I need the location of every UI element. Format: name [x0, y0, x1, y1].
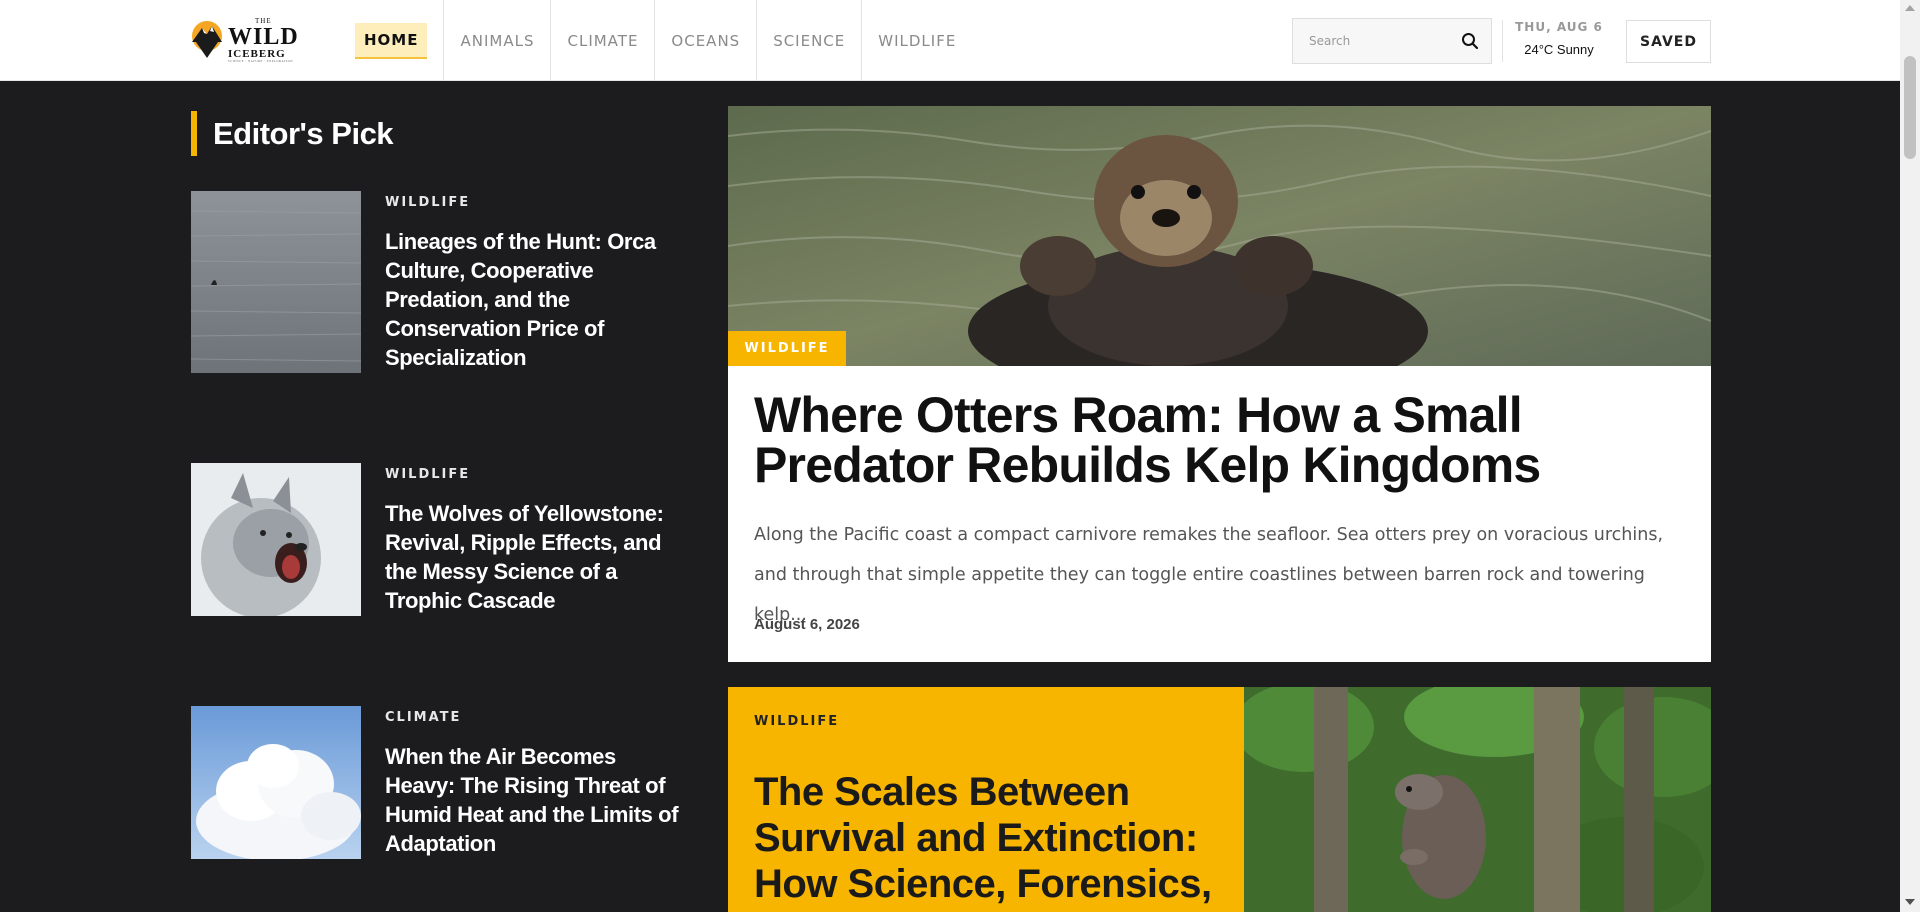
search-input[interactable] — [1309, 34, 1449, 48]
header-divider — [1502, 20, 1503, 62]
logo-wild: WILD — [228, 23, 299, 50]
main-nav: HOME ANIMALS CLIMATE OCEANS SCIENCE WILD… — [345, 0, 972, 81]
pick-category: WILDLIFE — [385, 467, 471, 482]
secondary-article[interactable]: WILDLIFE The Scales Between Survival and… — [728, 687, 1711, 912]
logo-iceberg: ICEBERG — [228, 47, 286, 60]
orca-thumbnail[interactable] — [191, 191, 361, 373]
pick-headline[interactable]: Lineages of the Hunt: Orca Culture, Coop… — [385, 227, 685, 372]
scroll-down-arrow-icon[interactable] — [1905, 899, 1915, 905]
weather-widget: THU, AUG 6 24°C Sunny — [1511, 20, 1607, 57]
feature-headline[interactable]: Where Otters Roam: How a Small Predator … — [754, 390, 1654, 490]
logo-tagline: SCIENCE · NATURE · EXPLORATION — [228, 58, 293, 63]
pick-category: CLIMATE — [385, 710, 462, 725]
site-header: THE WILD ICEBERG SCIENCE · NATURE · EXPL… — [0, 0, 1900, 81]
weather-date: THU, AUG 6 — [1515, 20, 1603, 34]
secondary-article-text: WILDLIFE The Scales Between Survival and… — [728, 687, 1244, 912]
scroll-thumb[interactable] — [1904, 56, 1916, 159]
nav-science-label: SCIENCE — [773, 31, 846, 50]
wolf-thumbnail[interactable] — [191, 463, 361, 616]
nav-oceans[interactable]: OCEANS — [655, 0, 758, 81]
nav-science[interactable]: SCIENCE — [757, 0, 863, 81]
saved-button[interactable]: SAVED — [1626, 20, 1711, 63]
scroll-up-arrow-icon[interactable] — [1905, 5, 1915, 11]
pick-headline[interactable]: The Wolves of Yellowstone: Revival, Ripp… — [385, 499, 685, 615]
nav-animals[interactable]: ANIMALS — [444, 0, 552, 81]
nav-home[interactable]: HOME — [345, 0, 445, 81]
nav-wildlife[interactable]: WILDLIFE — [862, 0, 972, 81]
pangolin-image[interactable] — [1244, 687, 1711, 912]
search-icon[interactable] — [1461, 32, 1479, 50]
nav-animals-label: ANIMALS — [460, 31, 535, 50]
search-box — [1292, 18, 1492, 64]
secondary-category: WILDLIFE — [754, 714, 840, 729]
featured-article[interactable]: WILDLIFE Where Otters Roam: How a Small … — [728, 106, 1711, 662]
editors-pick-title: Editor's Pick — [191, 111, 394, 156]
nav-wildlife-label: WILDLIFE — [878, 31, 957, 50]
feature-category-badge[interactable]: WILDLIFE — [728, 331, 846, 366]
page-scrollbar[interactable] — [1900, 0, 1920, 912]
feature-date: August 6, 2026 — [754, 616, 860, 633]
secondary-headline[interactable]: The Scales Between Survival and Extincti… — [754, 769, 1224, 907]
feature-excerpt: Along the Pacific coast a compact carniv… — [754, 525, 1664, 625]
site-logo[interactable]: THE WILD ICEBERG SCIENCE · NATURE · EXPL… — [190, 16, 302, 64]
nav-climate[interactable]: CLIMATE — [551, 0, 656, 81]
pick-category: WILDLIFE — [385, 195, 471, 210]
cloud-thumbnail[interactable] — [191, 706, 361, 859]
iceberg-logo-icon — [192, 21, 222, 58]
nav-climate-label: CLIMATE — [567, 31, 639, 50]
sea-otter-image[interactable] — [728, 106, 1711, 366]
weather-temp: 24°C Sunny — [1524, 42, 1594, 57]
nav-oceans-label: OCEANS — [671, 31, 741, 50]
nav-home-label: HOME — [355, 22, 428, 59]
pick-headline[interactable]: When the Air Becomes Heavy: The Rising T… — [385, 742, 685, 858]
